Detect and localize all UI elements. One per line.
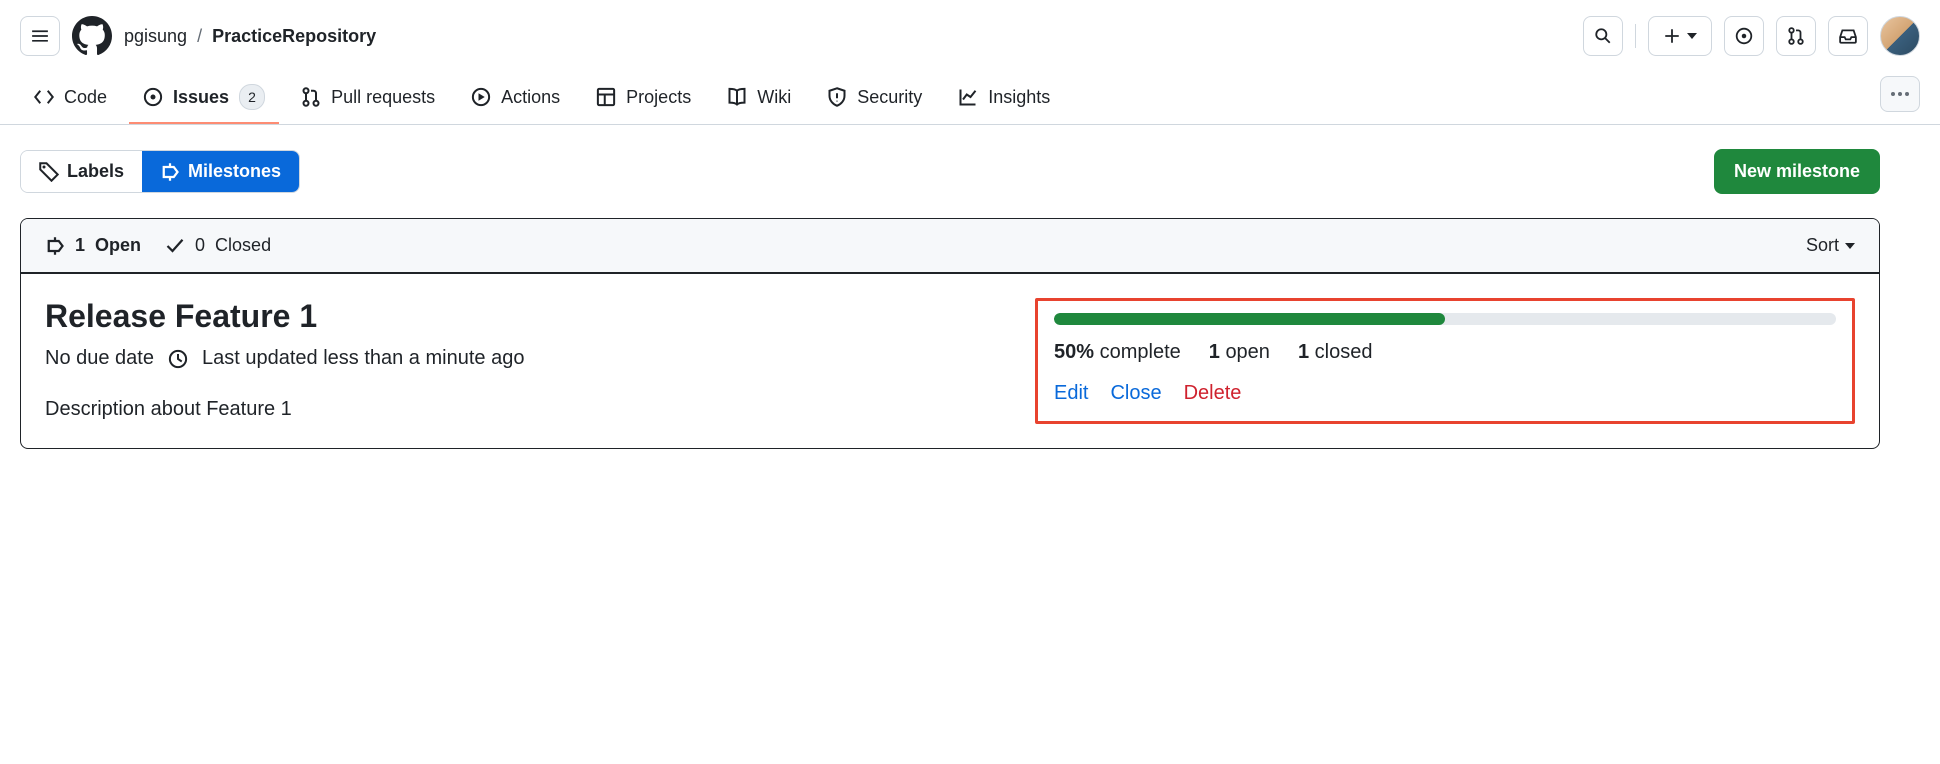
closed-label: Closed bbox=[215, 235, 271, 256]
tab-label: Actions bbox=[501, 87, 560, 108]
milestones-tab[interactable]: Milestones bbox=[142, 151, 299, 192]
inbox-icon bbox=[1839, 27, 1857, 45]
stat-open[interactable]: 1 open bbox=[1209, 341, 1270, 364]
pull-requests-button[interactable] bbox=[1776, 16, 1816, 56]
tab-label: Security bbox=[857, 87, 922, 108]
issue-opened-icon bbox=[1735, 27, 1753, 45]
github-icon bbox=[72, 16, 112, 56]
labels-milestones-toggle: Labels Milestones bbox=[20, 150, 300, 193]
breadcrumb-owner[interactable]: pgisung bbox=[124, 26, 187, 47]
labels-label: Labels bbox=[67, 161, 124, 182]
graph-icon bbox=[958, 87, 978, 107]
new-milestone-button[interactable]: New milestone bbox=[1714, 149, 1880, 194]
open-count: 1 bbox=[75, 235, 85, 256]
milestones-list-header: 1 Open 0 Closed Sort bbox=[21, 219, 1879, 274]
breadcrumb-separator: / bbox=[197, 26, 202, 47]
closed-filter[interactable]: 0 Closed bbox=[165, 235, 271, 256]
edit-link[interactable]: Edit bbox=[1054, 382, 1088, 405]
tab-code[interactable]: Code bbox=[20, 75, 121, 122]
main-content: Labels Milestones New milestone 1 Open 0… bbox=[0, 125, 1900, 473]
milestone-description: Description about Feature 1 bbox=[45, 398, 995, 421]
issue-opened-icon bbox=[143, 87, 163, 107]
more-tabs-button[interactable] bbox=[1880, 76, 1920, 112]
closed-count: 0 bbox=[195, 235, 205, 256]
issues-button[interactable] bbox=[1724, 16, 1764, 56]
sort-label: Sort bbox=[1806, 235, 1839, 256]
milestone-icon bbox=[45, 236, 65, 256]
delete-link[interactable]: Delete bbox=[1184, 382, 1242, 405]
repo-nav: Code Issues 2 Pull requests Actions Proj… bbox=[0, 72, 1940, 125]
labels-tab[interactable]: Labels bbox=[21, 151, 142, 192]
global-header: pgisung / PracticeRepository bbox=[0, 0, 1940, 72]
milestone-meta: No due date Last updated less than a min… bbox=[45, 347, 995, 370]
check-icon bbox=[165, 236, 185, 256]
tab-label: Pull requests bbox=[331, 87, 435, 108]
plus-icon bbox=[1663, 27, 1681, 45]
open-label: Open bbox=[95, 235, 141, 256]
open-filter[interactable]: 1 Open bbox=[45, 235, 141, 256]
tab-label: Insights bbox=[988, 87, 1050, 108]
progress-fill bbox=[1054, 313, 1445, 325]
tag-icon bbox=[39, 162, 59, 182]
milestone-progress-highlight: 50% complete 1 open 1 closed Edit Close … bbox=[1035, 298, 1855, 424]
github-logo[interactable] bbox=[72, 16, 112, 56]
git-pull-request-icon bbox=[1787, 27, 1805, 45]
milestone-stats: 50% complete 1 open 1 closed bbox=[1054, 341, 1836, 364]
stat-closed[interactable]: 1 closed bbox=[1298, 341, 1373, 364]
tab-insights[interactable]: Insights bbox=[944, 75, 1064, 122]
milestone-actions: Edit Close Delete bbox=[1054, 382, 1836, 405]
milestone-info: Release Feature 1 No due date Last updat… bbox=[45, 298, 995, 424]
milestone-title[interactable]: Release Feature 1 bbox=[45, 298, 995, 335]
shield-icon bbox=[827, 87, 847, 107]
progress-bar bbox=[1054, 313, 1836, 325]
tab-label: Code bbox=[64, 87, 107, 108]
book-icon bbox=[727, 87, 747, 107]
divider bbox=[1635, 24, 1636, 48]
tab-label: Issues bbox=[173, 87, 229, 108]
caret-down-icon bbox=[1687, 33, 1697, 39]
git-pull-request-icon bbox=[301, 87, 321, 107]
tab-actions[interactable]: Actions bbox=[457, 75, 574, 122]
sort-dropdown[interactable]: Sort bbox=[1806, 235, 1855, 256]
header-actions bbox=[1583, 16, 1920, 56]
issues-counter: 2 bbox=[239, 84, 265, 110]
milestone-due: No due date bbox=[45, 347, 154, 370]
tab-security[interactable]: Security bbox=[813, 75, 936, 122]
code-icon bbox=[34, 87, 54, 107]
tab-pull-requests[interactable]: Pull requests bbox=[287, 75, 449, 122]
milestones-list: 1 Open 0 Closed Sort Release Feature 1 N… bbox=[20, 218, 1880, 449]
caret-down-icon bbox=[1845, 243, 1855, 249]
search-icon bbox=[1594, 27, 1612, 45]
tab-label: Projects bbox=[626, 87, 691, 108]
tab-issues[interactable]: Issues 2 bbox=[129, 72, 279, 124]
user-avatar[interactable] bbox=[1880, 16, 1920, 56]
filter-row: Labels Milestones New milestone bbox=[20, 149, 1880, 194]
milestone-item: Release Feature 1 No due date Last updat… bbox=[21, 274, 1879, 448]
tab-projects[interactable]: Projects bbox=[582, 75, 705, 122]
milestone-updated: Last updated less than a minute ago bbox=[202, 347, 524, 370]
tab-wiki[interactable]: Wiki bbox=[713, 75, 805, 122]
clock-icon bbox=[168, 349, 188, 369]
search-button[interactable] bbox=[1583, 16, 1623, 56]
hamburger-icon bbox=[31, 27, 49, 45]
milestones-label: Milestones bbox=[188, 161, 281, 182]
close-link[interactable]: Close bbox=[1110, 382, 1161, 405]
kebab-horizontal-icon bbox=[1891, 92, 1909, 96]
breadcrumb: pgisung / PracticeRepository bbox=[124, 26, 376, 47]
stat-complete: 50% complete bbox=[1054, 341, 1181, 364]
breadcrumb-repo[interactable]: PracticeRepository bbox=[212, 26, 376, 47]
table-icon bbox=[596, 87, 616, 107]
add-dropdown-button[interactable] bbox=[1648, 16, 1712, 56]
play-icon bbox=[471, 87, 491, 107]
milestone-icon bbox=[160, 162, 180, 182]
hamburger-menu-button[interactable] bbox=[20, 16, 60, 56]
inbox-button[interactable] bbox=[1828, 16, 1868, 56]
tab-label: Wiki bbox=[757, 87, 791, 108]
